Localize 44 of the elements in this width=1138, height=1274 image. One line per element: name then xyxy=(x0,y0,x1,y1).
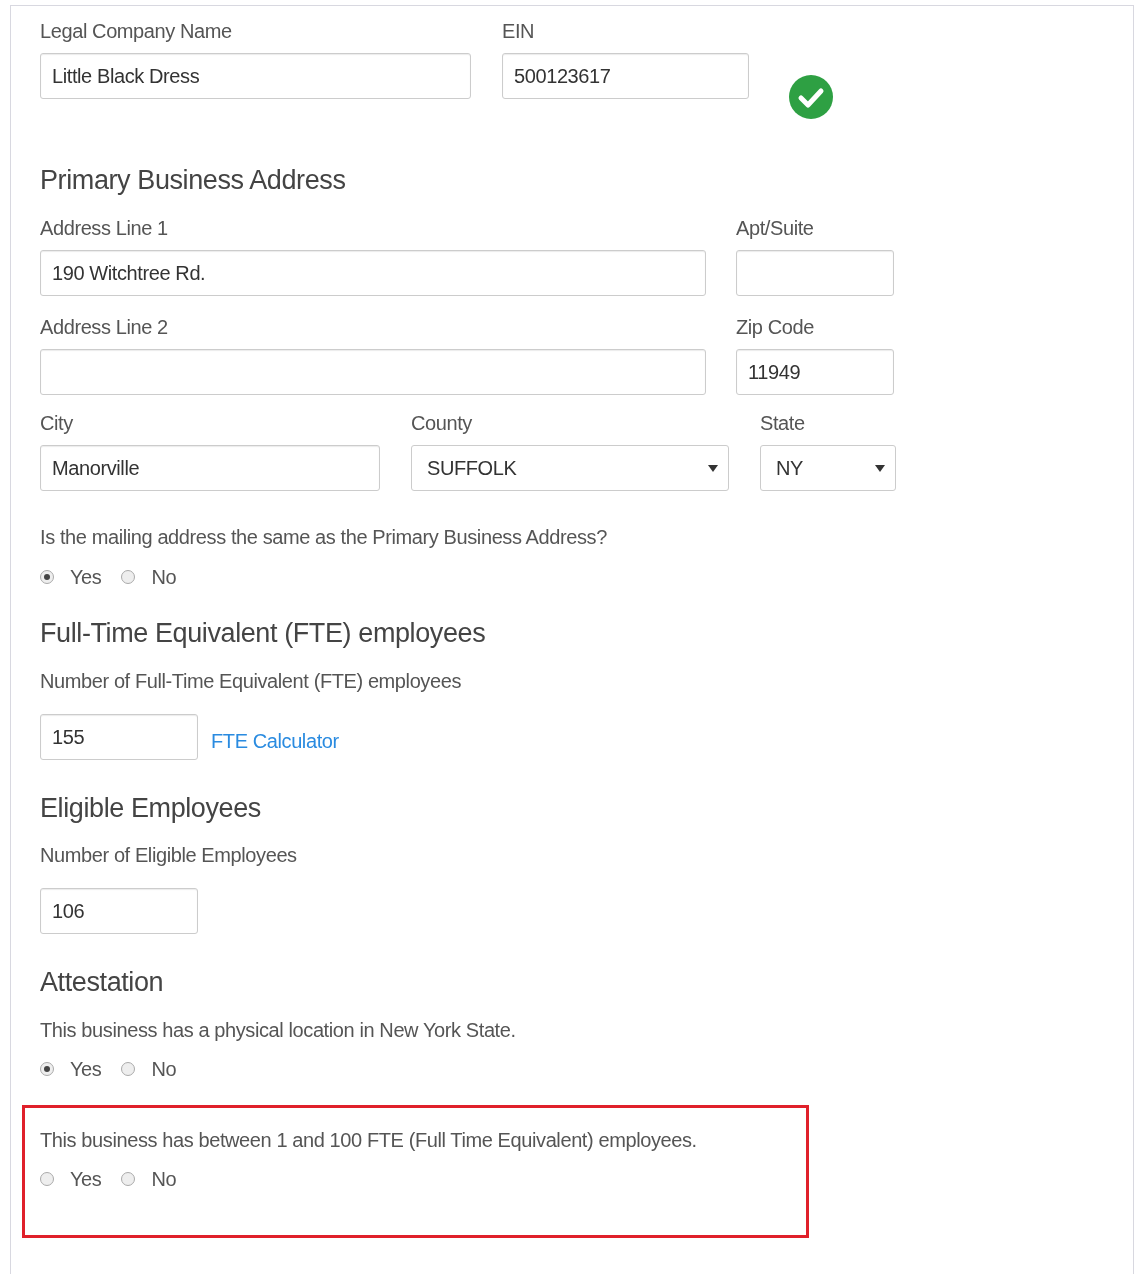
question-text: Number of Full-Time Equivalent (FTE) employees xyxy=(40,669,462,693)
text-field[interactable]: Little Black Dress xyxy=(40,53,471,99)
radio-button[interactable] xyxy=(40,1172,54,1186)
field-label: Legal Company Name xyxy=(40,19,233,43)
text-field[interactable]: 11949 xyxy=(736,349,894,395)
radio-label[interactable]: No xyxy=(151,1054,177,1084)
radio-button[interactable] xyxy=(121,1172,136,1186)
section-heading: Full-Time Equivalent (FTE) employees xyxy=(40,618,487,648)
field-label: EIN xyxy=(502,19,536,43)
radio-button[interactable] xyxy=(121,1062,136,1076)
text-field[interactable]: 155 xyxy=(40,714,198,760)
section-heading: Primary Business Address xyxy=(40,165,347,195)
select-field[interactable]: NY xyxy=(760,445,896,491)
field-label: Address Line 2 xyxy=(40,315,169,339)
field-label: Zip Code xyxy=(736,315,815,339)
radio-label[interactable]: Yes xyxy=(70,562,102,592)
section-heading: Eligible Employees xyxy=(40,793,262,823)
text-field[interactable] xyxy=(736,250,894,296)
radio-button[interactable] xyxy=(121,570,136,584)
field-label: State xyxy=(760,411,806,435)
radio-button[interactable] xyxy=(40,1062,54,1076)
field-label: City xyxy=(40,411,74,435)
field-label: Apt/Suite xyxy=(736,216,815,240)
question-text: This business has a physical location in New York State. xyxy=(40,1018,517,1042)
radio-button[interactable] xyxy=(40,570,54,584)
section-heading: Attestation xyxy=(40,967,165,997)
caret-icon xyxy=(875,464,885,472)
text-field[interactable]: 190 Witchtree Rd. xyxy=(40,250,706,296)
question-text: This business has between 1 and 100 FTE (Full Time Equivalent) employees. xyxy=(40,1128,698,1152)
field-label: Address Line 1 xyxy=(40,216,169,240)
text-field[interactable] xyxy=(40,349,706,395)
question-text: Is the mailing address the same as the Primary Business Address? xyxy=(40,525,608,549)
radio-label[interactable]: No xyxy=(151,1164,177,1194)
calculator-link[interactable]: FTE Calculator xyxy=(211,726,339,756)
radio-label[interactable]: Yes xyxy=(70,1164,102,1194)
caret-icon xyxy=(708,464,718,472)
select-field[interactable]: SUFFOLK xyxy=(411,445,729,491)
radio-label[interactable]: No xyxy=(151,562,177,592)
text-field[interactable]: 500123617 xyxy=(502,53,749,99)
question-text: Number of Eligible Employees xyxy=(40,843,298,867)
field-label: County xyxy=(411,411,473,435)
text-field[interactable]: Manorville xyxy=(40,445,380,491)
text-field[interactable]: 106 xyxy=(40,888,198,934)
radio-label[interactable]: Yes xyxy=(70,1054,102,1084)
